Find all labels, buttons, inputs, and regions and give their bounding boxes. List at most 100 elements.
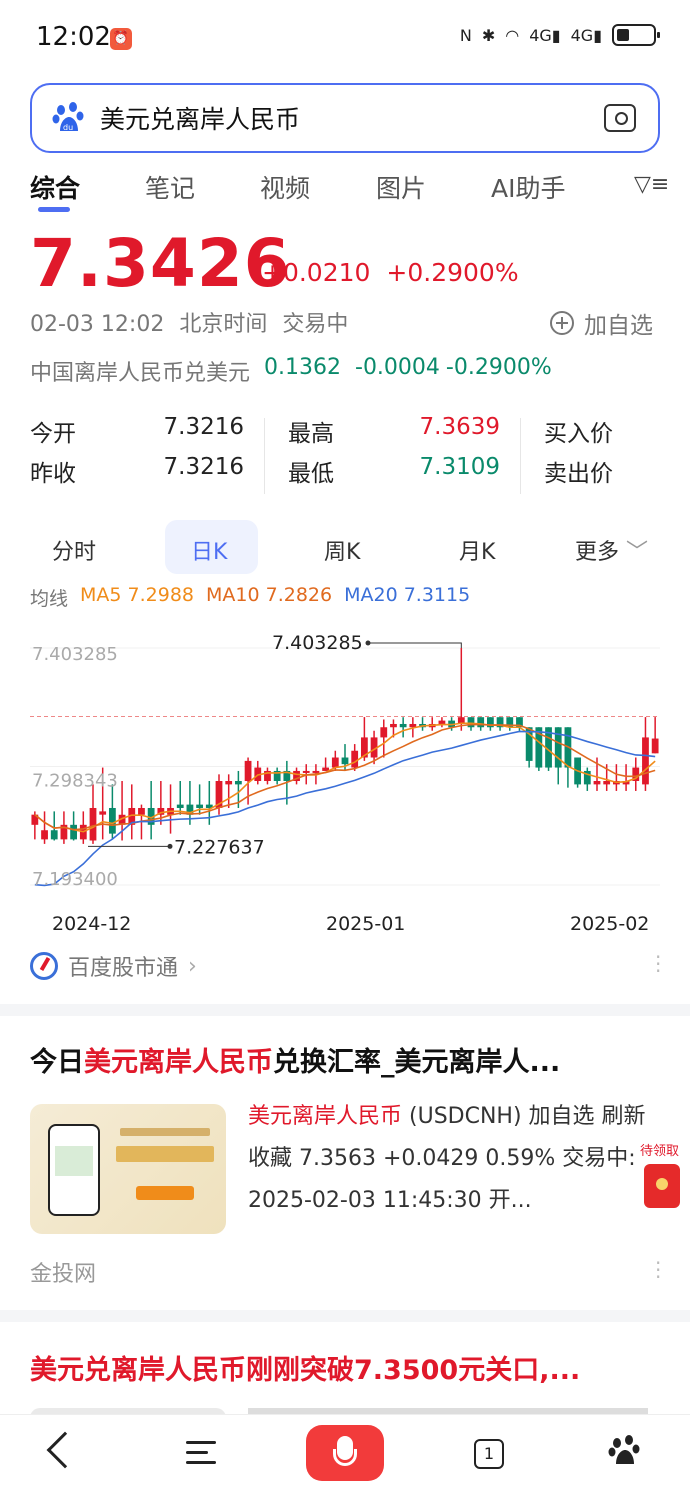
signal-4g-icon: 4G▮ <box>529 25 561 45</box>
candle-body <box>41 830 48 840</box>
red-packet-widget[interactable]: 待领取 <box>640 1140 686 1212</box>
min-annotation-label: 7.227637 <box>174 836 265 858</box>
candle-body <box>70 824 78 840</box>
plus-circle-icon <box>550 311 574 335</box>
tab-ai-assistant[interactable]: AI助手 <box>491 169 565 205</box>
active-tab-indicator <box>38 207 70 212</box>
baidu-paw-icon: du <box>52 102 84 132</box>
title-highlight: 美元离岸人民币 <box>84 1047 273 1078</box>
prev-close-label: 昨收 <box>30 461 76 487</box>
candle-body <box>467 717 475 728</box>
tab-notes[interactable]: 笔记 <box>145 169 195 205</box>
candle-body <box>234 781 242 785</box>
bid-label: 买入价 <box>544 421 613 447</box>
back-icon[interactable] <box>46 1431 84 1469</box>
tab-images[interactable]: 图片 <box>376 169 426 205</box>
net-label: 4G <box>570 25 594 45</box>
result-title[interactable]: 今日美元离岸人民币兑换汇率_美元离岸人... <box>30 1040 660 1079</box>
thumb-banner <box>116 1146 214 1162</box>
page: 12:02 ⏰ N ✱ ◠ 4G▮ 4G▮ du 美元兑离岸人民币 综合 笔记 … <box>0 0 690 1489</box>
filter-icon[interactable]: ▽≡ <box>634 172 669 197</box>
x-tick-label: 2025-01 <box>326 913 405 935</box>
candle-body <box>312 770 320 773</box>
tab-all[interactable]: 综合 <box>30 169 80 205</box>
nfc-icon: N <box>459 25 472 45</box>
inverse-rate-change: -0.0004 <box>355 355 440 380</box>
red-packet-label: 待领取 <box>640 1144 680 1159</box>
period-weekly-k[interactable]: 周K <box>324 534 360 566</box>
search-input[interactable]: 美元兑离岸人民币 <box>100 100 604 136</box>
section-divider <box>0 1004 690 1016</box>
add-watchlist-label: 加自选 <box>584 313 653 339</box>
battery-icon <box>612 24 660 46</box>
candle-body <box>99 811 107 815</box>
change-percent: +0.2900% <box>386 258 519 287</box>
x-tick-label: 2024-12 <box>52 913 131 935</box>
period-tabs: 分时 日K 周K 月K 更多 ﹀ <box>0 520 690 574</box>
status-bar: 12:02 ⏰ N ✱ ◠ 4G▮ 4G▮ <box>0 0 690 80</box>
add-watchlist-button[interactable]: 加自选 <box>550 306 653 340</box>
stats-divider <box>520 418 521 494</box>
low-value: 7.3109 <box>419 454 500 480</box>
thumb-download-button <box>136 1186 194 1200</box>
tabs-count-button[interactable]: 1 <box>474 1439 504 1469</box>
svg-text:du: du <box>63 123 73 132</box>
candle-body <box>331 757 339 768</box>
x-tick-label: 2025-02 <box>570 913 649 935</box>
change-value: +0.0210 <box>262 258 371 287</box>
result-site: 金投网 <box>30 1262 97 1287</box>
ma10-line <box>34 723 656 831</box>
candle-body <box>176 804 184 808</box>
inverse-rate-label: 中国离岸人民币兑美元 <box>30 361 251 386</box>
voice-search-button[interactable] <box>306 1425 384 1481</box>
period-monthly-k[interactable]: 月K <box>459 534 495 566</box>
y-tick-label: 7.403285 <box>32 644 118 665</box>
result-thumbnail[interactable] <box>30 1104 226 1234</box>
y-tick-label: 7.298343 <box>32 771 118 792</box>
inverse-rate-price: 0.1362 <box>264 355 341 380</box>
candle-body <box>642 737 649 785</box>
source-link[interactable]: 百度股市通 › <box>30 950 197 982</box>
candle-body <box>302 770 310 773</box>
chevron-down-icon: ﹀ <box>626 540 649 565</box>
candle-body <box>89 807 97 841</box>
result-title[interactable]: 美元兑离岸人民币刚刚突破7.3500元关口,... <box>30 1348 660 1387</box>
ma10-value: MA10 7.2826 <box>206 584 333 606</box>
snippet-highlight: 美元离岸人民币 <box>248 1104 403 1129</box>
candle-body <box>244 760 252 782</box>
kline-chart[interactable]: 7.403285 7.298343 7.193400 2024-12 2025-01 20… <box>0 615 690 945</box>
period-more-label: 更多 <box>575 540 620 565</box>
baidu-home-icon[interactable] <box>608 1433 642 1469</box>
inverse-rate-change-pct: -0.2900% <box>445 355 552 380</box>
menu-icon[interactable] <box>186 1439 216 1465</box>
bluetooth-icon: ✱ <box>481 25 496 45</box>
max-annotation-dot <box>365 640 371 646</box>
prev-close-value: 7.3216 <box>163 454 244 480</box>
quote-stats: 今开 7.3216 昨收 7.3216 最高 7.3639 最低 7.3109 … <box>30 410 690 496</box>
camera-icon[interactable] <box>604 104 636 132</box>
candle-body <box>341 757 349 765</box>
title-prefix: 今日 <box>30 1047 84 1078</box>
ma20-value: MA20 7.3115 <box>344 584 471 606</box>
period-more[interactable]: 更多 ﹀ <box>575 534 648 566</box>
open-value: 7.3216 <box>163 414 244 440</box>
section-divider <box>0 1310 690 1322</box>
alarm-icon: ⏰ <box>110 28 132 50</box>
ma5-line <box>34 722 656 833</box>
source-name: 百度股市通 <box>68 956 179 981</box>
ma-legend: 均线 MA5 7.2988 MA10 7.2826 MA20 7.3115 <box>30 584 470 611</box>
more-options-icon[interactable]: · · · <box>655 1253 661 1287</box>
candle-body <box>108 807 116 834</box>
more-options-icon[interactable]: · · · <box>655 947 661 981</box>
min-annotation-dot <box>167 843 173 849</box>
ma-label: 均线 <box>30 588 69 610</box>
chevron-right-icon: › <box>188 953 197 979</box>
red-packet-icon <box>644 1164 680 1208</box>
y-tick-label: 7.193400 <box>32 869 118 890</box>
signal-4g-icon: 4G▮ <box>570 25 602 45</box>
tab-video[interactable]: 视频 <box>260 169 310 205</box>
search-box[interactable]: du 美元兑离岸人民币 <box>30 83 660 153</box>
period-daily-k[interactable]: 日K <box>191 534 227 566</box>
period-intraday[interactable]: 分时 <box>52 534 96 566</box>
candle-body <box>399 723 407 728</box>
